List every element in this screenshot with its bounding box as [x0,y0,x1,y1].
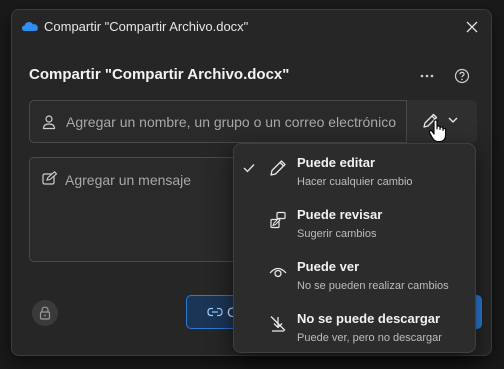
people-picker [29,100,477,143]
menu-item-puede-revisar[interactable]: Puede revisar Sugerir cambios [234,198,475,250]
permission-menu: Puede editar Hacer cualquier cambio Pued… [233,143,476,353]
hand-cursor-icon [428,119,447,143]
pencil-icon [270,160,286,176]
menu-item-title: No se puede descargar [297,311,441,326]
more-options-button[interactable] [416,65,438,87]
dialog-heading: Compartir "Compartir Archivo.docx" [29,66,290,83]
review-icon [270,211,286,229]
message-edit-icon [42,171,58,185]
more-options-icon [420,74,434,78]
menu-item-title: Puede revisar [297,207,383,222]
no-download-icon [270,316,286,332]
onedrive-cloud-icon [22,22,38,31]
message-input[interactable] [65,170,235,190]
close-button[interactable] [461,16,483,38]
window-title: Compartir "Compartir Archivo.docx" [44,19,249,34]
link-settings-button[interactable] [32,300,58,326]
menu-item-description: Puede ver, pero no descargar [297,332,442,344]
checkmark-icon [243,164,255,173]
help-button[interactable] [451,65,473,87]
lock-icon [39,306,51,320]
help-icon [454,68,470,84]
menu-item-no-se-puede-descargar[interactable]: No se puede descargar Puede ver, pero no… [234,302,475,354]
menu-item-description: Hacer cualquier cambio [297,176,413,188]
menu-item-description: Sugerir cambios [297,228,377,240]
close-icon [466,21,478,33]
link-icon [207,307,223,317]
eye-icon [269,267,287,278]
person-icon [42,115,56,130]
menu-item-puede-ver[interactable]: Puede ver No se pueden realizar cambios [234,250,475,302]
chevron-down-icon [448,117,458,123]
people-input[interactable] [66,111,406,133]
menu-item-title: Puede ver [297,259,360,274]
menu-item-description: No se pueden realizar cambios [297,280,449,292]
menu-item-puede-editar[interactable]: Puede editar Hacer cualquier cambio [234,146,475,198]
menu-item-title: Puede editar [297,155,376,170]
title-bar: Compartir "Compartir Archivo.docx" [12,10,491,44]
